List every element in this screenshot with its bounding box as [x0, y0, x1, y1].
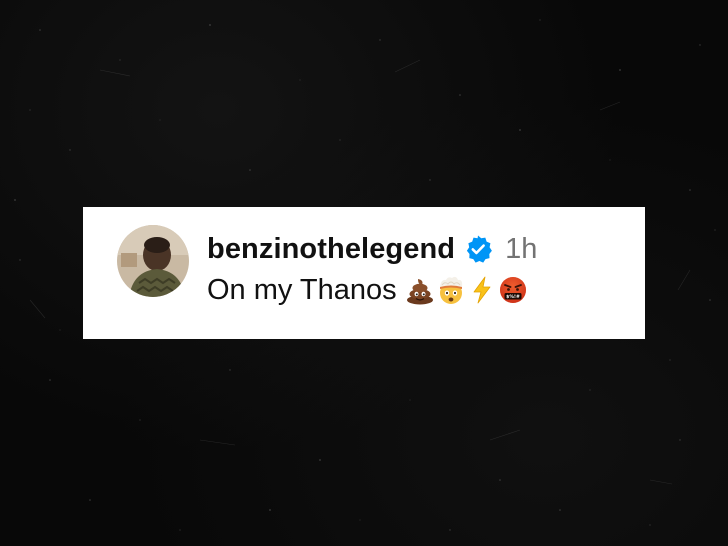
- comment-row: On my Thanos $%!#: [207, 270, 529, 310]
- verified-badge-icon: [463, 234, 493, 264]
- comment-emojis: $%!#: [405, 275, 529, 305]
- cursing-face-emoji-icon: $%!#: [498, 275, 528, 305]
- avatar[interactable]: [117, 225, 189, 297]
- comment-timestamp: 1h: [505, 232, 538, 265]
- exploding-head-emoji-icon: [436, 275, 466, 305]
- comment-card: benzinothelegend 1h On my Thanos $%!#: [83, 207, 645, 339]
- poop-emoji-icon: [405, 275, 435, 305]
- username-link[interactable]: benzinothelegend: [207, 233, 455, 266]
- avatar-image: [117, 225, 189, 297]
- screenshot-background: benzinothelegend 1h On my Thanos $%!#: [0, 0, 728, 546]
- comment-text: On my Thanos: [207, 273, 397, 306]
- svg-text:$%!#: $%!#: [506, 294, 520, 300]
- lightning-emoji-icon: [467, 275, 497, 305]
- username-row: benzinothelegend 1h: [207, 229, 537, 269]
